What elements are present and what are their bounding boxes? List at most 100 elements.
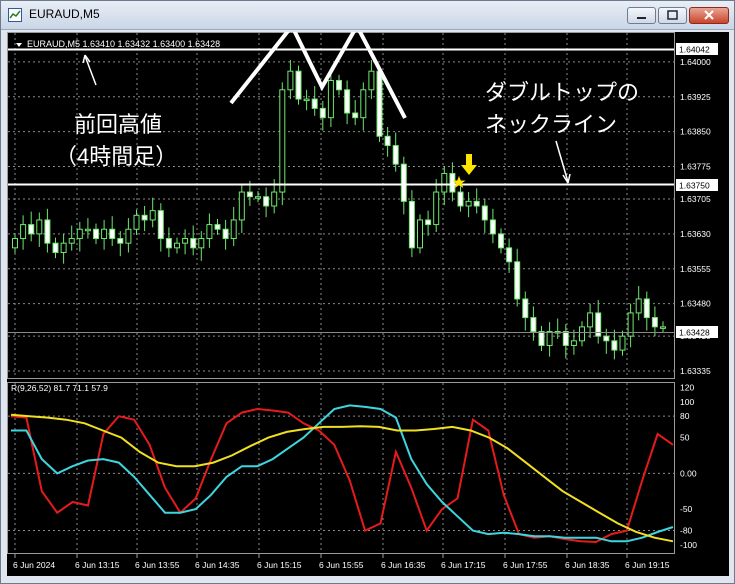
- time-tick-label: 6 Jun 15:15: [257, 560, 302, 570]
- candle-body: [198, 238, 205, 249]
- candle-body: [206, 224, 213, 240]
- candle-body: [579, 326, 585, 342]
- candle-body: [295, 70, 302, 100]
- candle-body: [392, 145, 399, 165]
- chart-area[interactable]: EURAUD,M5 1.63410 1.63432 1.63400 1.6342…: [7, 21, 729, 576]
- time-tick-label: 6 Jun 18:35: [565, 560, 610, 570]
- candle-body: [538, 331, 545, 346]
- candle-body: [522, 298, 529, 319]
- candle-body: [214, 224, 221, 230]
- candle-body: [76, 228, 83, 240]
- candle-body: [125, 228, 132, 244]
- price-tick-label: 1.63925: [680, 92, 711, 102]
- indicator-tick-label: -80: [680, 526, 693, 536]
- candle-body: [263, 196, 270, 207]
- maximize-icon: [667, 10, 678, 20]
- candle-body: [603, 335, 610, 342]
- time-tick-label: 6 Jun 16:35: [381, 560, 426, 570]
- candle-body: [344, 89, 351, 114]
- chart-header: EURAUD,M5 1.63410 1.63432 1.63400 1.6342…: [27, 39, 220, 49]
- candle-body: [562, 331, 569, 346]
- candle-body: [643, 298, 650, 319]
- candle-body: [174, 242, 180, 249]
- candle-body: [506, 247, 513, 263]
- candle-body: [20, 224, 27, 240]
- minimize-button[interactable]: [627, 7, 656, 24]
- candle-body: [457, 191, 464, 207]
- price-tick-label: 1.64000: [680, 57, 711, 67]
- candle-body: [133, 214, 140, 230]
- time-tick-label: 6 Jun 19:15: [625, 560, 670, 570]
- candle-body: [141, 214, 148, 221]
- time-tick-label: 6 Jun 14:35: [195, 560, 240, 570]
- candle-body: [425, 219, 432, 226]
- candle-body: [417, 219, 423, 249]
- candle-body: [182, 238, 189, 244]
- price-tag-current: 1.63428: [679, 328, 710, 338]
- price-tick-label: 1.63335: [680, 366, 711, 376]
- candle-body: [165, 238, 172, 249]
- candle-body: [376, 70, 383, 137]
- candle-body: [441, 172, 448, 193]
- candle-body: [570, 340, 577, 346]
- candle-body: [36, 219, 43, 235]
- candle-body: [465, 200, 472, 207]
- candle-body: [449, 172, 456, 193]
- price-tick-label: 1.63850: [680, 127, 711, 137]
- price-tick-label: 1.63630: [680, 229, 711, 239]
- indicator-tick-label: -50: [680, 504, 693, 514]
- candle-body: [279, 89, 286, 193]
- candle-body: [52, 242, 59, 253]
- candle-body: [44, 219, 51, 244]
- indicator-tick-label: -100: [680, 540, 697, 550]
- candle-body: [93, 228, 99, 240]
- time-tick-label: 6 Jun 13:55: [135, 560, 180, 570]
- candle-body: [117, 238, 124, 244]
- candle-body: [12, 238, 18, 249]
- candle-body: [352, 112, 359, 119]
- candle-body: [238, 191, 245, 221]
- candle-body: [303, 98, 310, 102]
- candle-body: [546, 331, 553, 346]
- close-button[interactable]: [689, 7, 729, 24]
- price-tick-label: 1.63480: [680, 299, 711, 309]
- candle-body: [514, 261, 521, 300]
- chart-svg[interactable]: EURAUD,M5 1.63410 1.63432 1.63400 1.6342…: [7, 21, 729, 576]
- candle-body: [651, 317, 658, 328]
- candle-body: [360, 89, 367, 119]
- candle-body: [587, 312, 594, 328]
- annotation-neckline-2: ネックライン: [485, 112, 617, 137]
- candle-body: [157, 210, 164, 240]
- indicator-tick-label: 80: [680, 411, 690, 421]
- candle-body: [660, 326, 666, 329]
- annotation-neckline-1: ダブルトップの: [485, 80, 639, 105]
- time-tick-label: 6 Jun 15:55: [319, 560, 364, 570]
- candle-body: [271, 191, 278, 207]
- indicator-tick-label: 0.00: [680, 468, 697, 478]
- candle-body: [149, 210, 156, 221]
- indicator-tick-label: 50: [680, 433, 690, 443]
- candle-body: [384, 135, 391, 147]
- title-bar[interactable]: EURAUD,M5: [1, 1, 734, 30]
- candle-body: [368, 70, 375, 91]
- candle-body: [84, 228, 91, 232]
- time-tick-label: 6 Jun 13:15: [75, 560, 120, 570]
- candle-body: [336, 79, 342, 91]
- terminal-window: EURAUD,M5 EURAUD,M5 1.63410 1.63432 1.63…: [0, 0, 735, 584]
- time-tick-label: 6 Jun 17:55: [503, 560, 548, 570]
- candle-body: [489, 219, 496, 235]
- chart-window-icon: [8, 8, 22, 22]
- candle-body: [190, 238, 197, 249]
- time-tick-label: 6 Jun 2024: [13, 560, 55, 570]
- candle-body: [60, 242, 67, 253]
- candle-body: [327, 79, 334, 119]
- candle-body: [319, 107, 326, 119]
- maximize-button[interactable]: [658, 7, 687, 24]
- candle-body: [530, 317, 537, 333]
- price-tick-label: 1.63775: [680, 161, 711, 171]
- price-tick-label: 1.63555: [680, 264, 711, 274]
- annotation-prev-high-2: （4時間足）: [55, 144, 177, 169]
- price-tick-label: 1.63705: [680, 194, 711, 204]
- candle-body: [408, 200, 415, 249]
- candle-body: [473, 200, 480, 207]
